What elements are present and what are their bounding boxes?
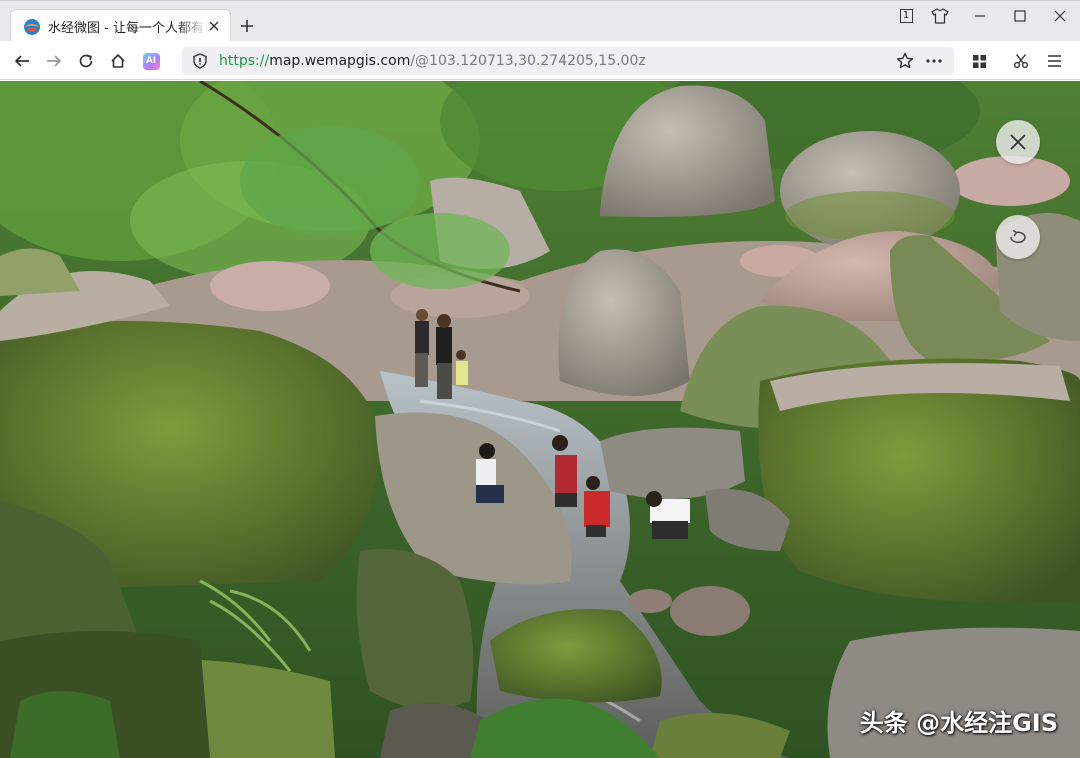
close-icon[interactable] xyxy=(1040,1,1080,31)
window-controls: 1 xyxy=(892,1,1080,31)
url-path: /@103.120713,30.274205,15.00z xyxy=(410,53,646,69)
photo-viewer[interactable]: 头条 @水经注GIS xyxy=(0,81,1080,758)
url-host: map.wemapgis.com xyxy=(269,53,411,69)
minimize-icon[interactable] xyxy=(960,1,1000,31)
streambed-photo xyxy=(0,81,1080,758)
watermark: 头条 @水经注GIS xyxy=(859,709,1058,737)
ai-assistant-icon[interactable]: AI xyxy=(139,49,163,73)
bookmark-star-icon[interactable] xyxy=(896,52,914,70)
extensions-grid-icon[interactable] xyxy=(967,49,991,73)
tab-count: 1 xyxy=(899,9,913,23)
rotate-icon[interactable] xyxy=(996,215,1040,259)
maximize-icon[interactable] xyxy=(1000,1,1040,31)
menu-icon[interactable] xyxy=(1042,49,1066,73)
browser-toolbar: AI https://map.wemapgis.com/@103.120713,… xyxy=(0,41,1080,80)
scissors-icon[interactable] xyxy=(1009,49,1033,73)
browser-tab[interactable]: 水经微图 - 让每一个人都有自己的地图 xyxy=(10,9,231,43)
tab-title: 水经微图 - 让每一个人都有自己的地图 xyxy=(48,21,208,36)
new-tab-icon[interactable] xyxy=(236,15,258,37)
tab-counter-icon[interactable]: 1 xyxy=(892,1,920,31)
address-bar[interactable]: https://map.wemapgis.com/@103.120713,30.… xyxy=(182,47,954,75)
close-icon[interactable] xyxy=(996,120,1040,164)
title-bar: 水经微图 - 让每一个人都有自己的地图 1 xyxy=(0,0,1080,43)
forward-arrow-icon[interactable] xyxy=(42,49,66,73)
shield-icon[interactable] xyxy=(192,53,208,69)
url-scheme: https:// xyxy=(219,53,270,69)
wemapgis-logo-icon xyxy=(24,18,40,35)
url-text[interactable]: https://map.wemapgis.com/@103.120713,30.… xyxy=(219,53,646,69)
back-arrow-icon[interactable] xyxy=(10,49,34,73)
reload-icon[interactable] xyxy=(74,49,98,73)
home-icon[interactable] xyxy=(106,49,130,73)
more-dots-icon[interactable] xyxy=(924,52,944,70)
skin-shirt-icon[interactable] xyxy=(920,1,960,31)
ai-label: AI xyxy=(142,52,160,70)
close-tab-icon[interactable] xyxy=(207,19,221,33)
